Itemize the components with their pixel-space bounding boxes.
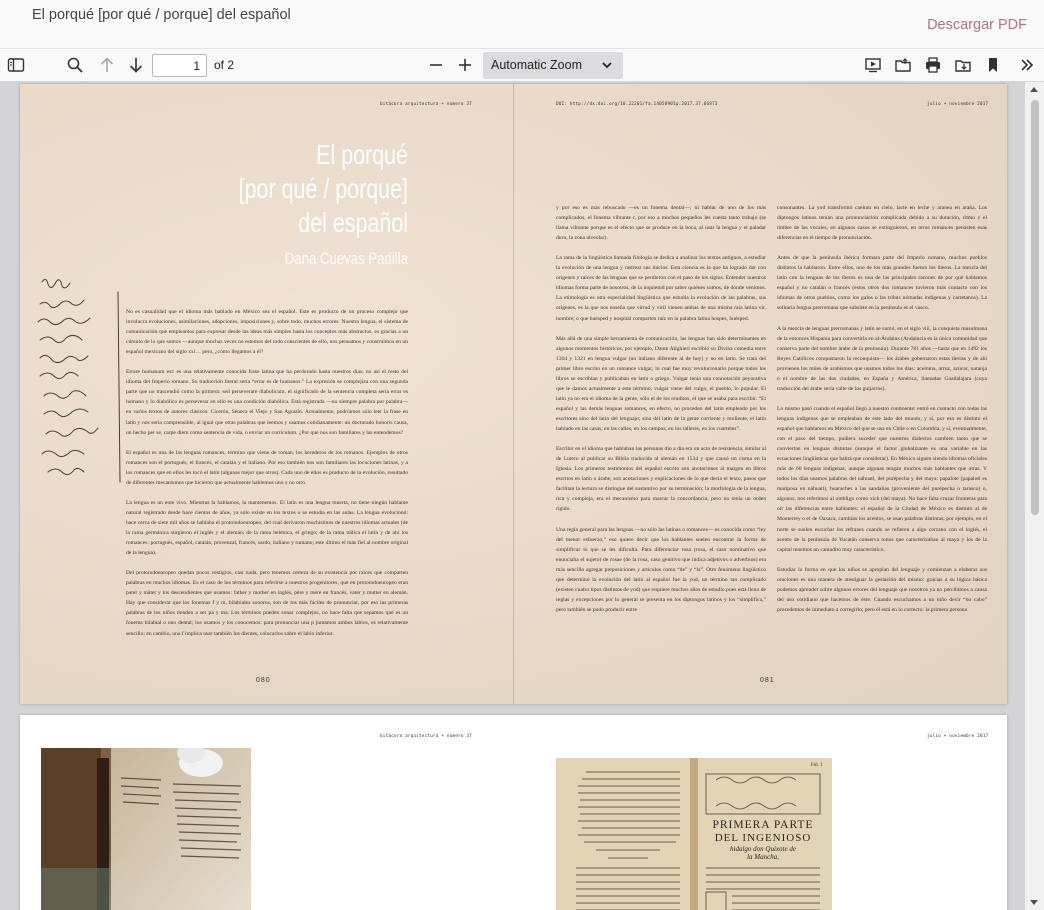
running-head-left: bitácora arquitectura + número 37: [380, 102, 472, 107]
minus-icon[interactable]: [424, 53, 448, 77]
print-icon[interactable]: [921, 53, 945, 77]
pdf-page-2: bitácora arquitectura + número 37 julio …: [20, 715, 1007, 910]
pdf-viewer[interactable]: bitácora arquitectura + número 37 DOI: h…: [0, 82, 1044, 910]
image-folio: Fol. 1: [811, 763, 823, 768]
image-title-line1: PRIMERA PARTE: [712, 819, 813, 831]
scrollbar[interactable]: [1025, 82, 1044, 910]
body-column-1: No es casualidad que el idioma más habla…: [126, 309, 408, 637]
open-file-icon[interactable]: [891, 53, 915, 77]
pdf-toolbar: of 2 Automatic Zoom: [0, 49, 1044, 82]
plus-icon[interactable]: [453, 53, 477, 77]
page-count: of 2: [214, 58, 235, 72]
running-head-doi: DOI: http://dx.doi.org/10.22201/fa.14058…: [556, 102, 718, 107]
download-pdf-link[interactable]: Descargar PDF: [927, 17, 1027, 33]
body-column-3: consonantes. La yod transformó caelum en…: [777, 205, 987, 613]
arrow-up-icon[interactable]: [95, 53, 119, 77]
handwritten-note-image: [37, 278, 121, 483]
document-header: El porqué [por qué / porque] del español…: [0, 0, 1044, 49]
document-title: El porqué [por qué / porque] del español: [32, 7, 291, 23]
sidebar-toggle-icon[interactable]: [4, 53, 28, 77]
running-head-left-p2: bitácora arquitectura + número 37: [380, 734, 472, 739]
zoom-select[interactable]: Automatic Zoom: [483, 52, 623, 79]
image-title-line4: la Mancha,: [747, 853, 779, 861]
image-title-line2: DEL INGENIOSO: [715, 832, 812, 844]
page-spine: [513, 84, 514, 704]
folio-left: 080: [256, 677, 271, 684]
article-title: El porqué [por qué / porque] del español: [238, 139, 408, 238]
chevron-down-icon: [602, 62, 612, 69]
page-number-input[interactable]: [152, 54, 207, 77]
running-head-right-p2: julio + noviembre 2017: [927, 734, 989, 739]
manuscript-photo: [41, 748, 251, 910]
running-head-right: julio + noviembre 2017: [927, 102, 989, 107]
zoom-label: Automatic Zoom: [491, 58, 583, 72]
quixote-title-page-image: PRIMERA PARTE DEL INGENIOSO hidalgo don …: [556, 758, 832, 910]
folio-right: 081: [760, 677, 775, 684]
image-title-line3: hidalgo don Quixote de: [730, 845, 796, 853]
download-icon[interactable]: [951, 53, 975, 77]
double-chevron-right-icon[interactable]: [1015, 53, 1039, 77]
scroll-down-arrow-icon[interactable]: [1030, 900, 1038, 905]
scroll-thumb[interactable]: [1031, 100, 1039, 515]
presentation-icon[interactable]: [861, 53, 885, 77]
article-author: Dana Cuevas Padilla: [284, 250, 408, 268]
scroll-up-arrow-icon[interactable]: [1030, 87, 1038, 92]
search-icon[interactable]: [63, 53, 87, 77]
bookmark-icon[interactable]: [981, 53, 1005, 77]
pdf-page-1: bitácora arquitectura + número 37 DOI: h…: [20, 84, 1007, 704]
arrow-down-icon[interactable]: [124, 53, 148, 77]
body-column-2: y por eso es más rebuscado —es un fonema…: [556, 205, 766, 613]
